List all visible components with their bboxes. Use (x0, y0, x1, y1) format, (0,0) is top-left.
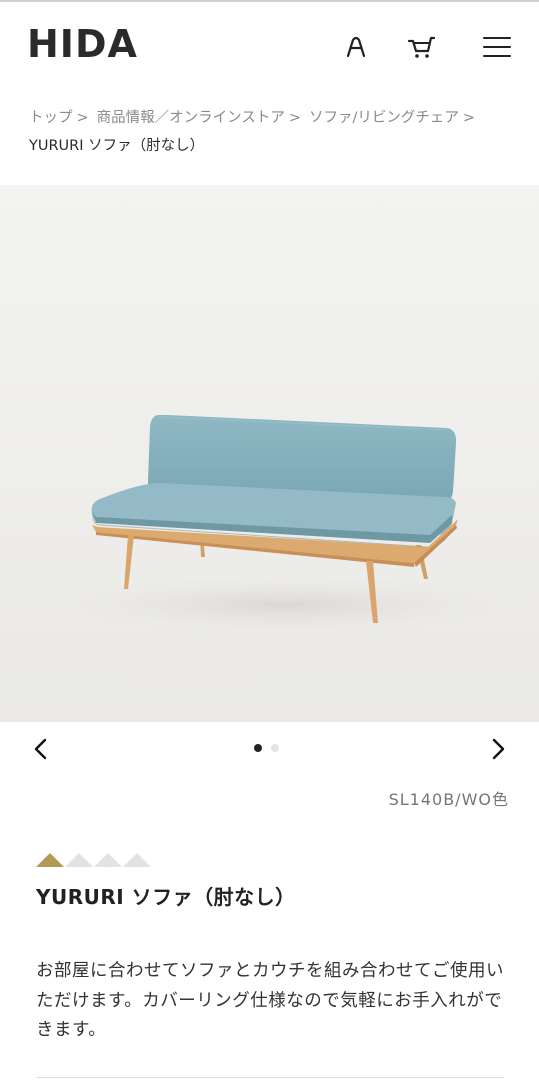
breadcrumb-separator: > (462, 110, 476, 126)
user-icon[interactable] (339, 30, 373, 64)
carousel-dot-2[interactable] (271, 744, 279, 752)
product-description: お部屋に合わせてソファとカウチを組み合わせてご使用いただけます。カバーリング仕様… (36, 961, 504, 1040)
triangle-rating-icon (36, 853, 151, 867)
breadcrumb-products[interactable]: 商品情報／オンラインストア (97, 110, 285, 126)
breadcrumb-current: YURURI ソファ（肘なし） (29, 138, 205, 154)
variant-code: SL140B/WO色 (388, 790, 509, 809)
breadcrumb-separator: > (76, 110, 89, 126)
cart-icon[interactable] (404, 30, 438, 64)
menu-icon[interactable] (480, 30, 514, 64)
chevron-right-icon (492, 738, 505, 760)
product-image[interactable] (0, 185, 539, 722)
breadcrumb: トップ > 商品情報／オンラインストア > ソファ/リビングチェア > YURURI ソフ… (29, 104, 519, 160)
previous-slide-button[interactable] (27, 736, 53, 762)
carousel-dots (254, 744, 279, 752)
chevron-left-icon (34, 738, 47, 760)
site-header: HIDA (0, 2, 539, 90)
carousel-dot-1[interactable] (254, 744, 262, 752)
breadcrumb-top[interactable]: トップ (29, 110, 73, 126)
rating-indicator (36, 852, 152, 868)
breadcrumb-sofa-category[interactable]: ソファ/リビングチェア (309, 110, 459, 126)
hida-logo[interactable]: HIDA (27, 24, 138, 64)
next-slide-button[interactable] (486, 736, 512, 762)
sofa-illustration (0, 185, 539, 722)
divider (36, 1077, 504, 1078)
product-title: YURURI ソファ（肘なし） (36, 885, 296, 909)
breadcrumb-separator: > (288, 110, 302, 126)
carousel-controls (0, 722, 539, 776)
